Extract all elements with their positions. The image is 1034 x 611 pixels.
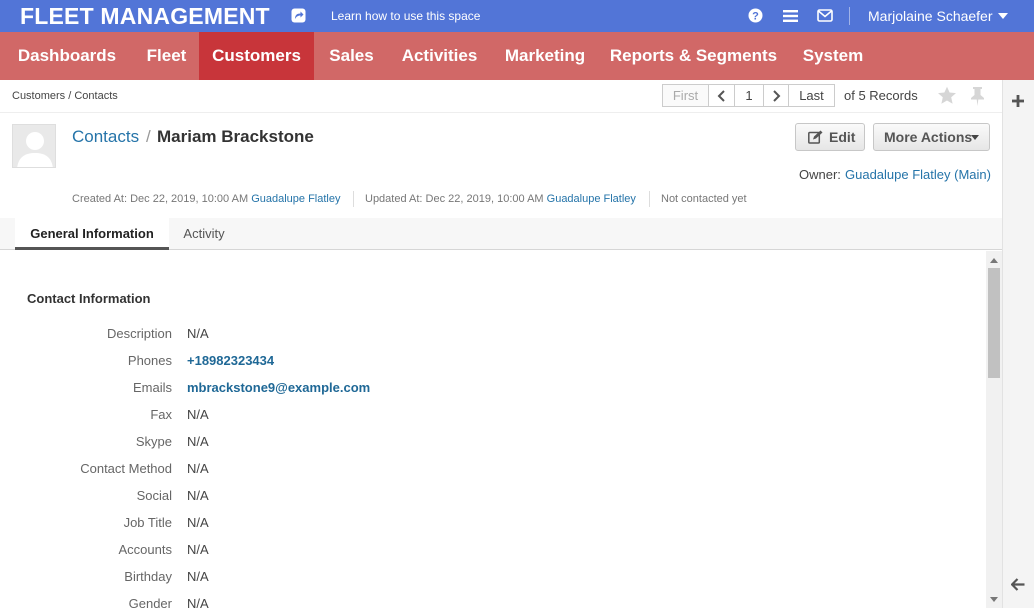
top-header: FLEET MANAGEMENT Learn how to use this s… [0, 0, 1034, 32]
section-title: Contact Information [27, 291, 151, 306]
chevron-down-icon[interactable] [998, 13, 1008, 19]
header-divider [849, 7, 850, 25]
updated-at: Updated At: Dec 22, 2019, 10:00 AM Guada… [365, 193, 636, 205]
owner-label: Owner: [799, 167, 841, 182]
created-at-text: Created At: Dec 22, 2019, 10:00 AM [72, 193, 249, 205]
records-count: of 5 Records [844, 88, 918, 103]
main-nav: Dashboards Fleet Customers Sales Activit… [0, 32, 1034, 80]
updated-at-text: Updated At: Dec 22, 2019, 10:00 AM [365, 193, 544, 205]
nav-item-sales[interactable]: Sales [314, 32, 389, 80]
phone-link[interactable]: +18982323434 [187, 353, 274, 368]
chevron-left-icon [717, 90, 725, 102]
page-title: Mariam Brackstone [157, 127, 314, 146]
divider [0, 112, 1002, 113]
field-label-skype: Skype [135, 434, 172, 449]
field-value-birthday: N/A [187, 569, 209, 584]
scroll-down-icon[interactable] [990, 597, 998, 602]
tab-activity[interactable]: Activity [169, 218, 239, 250]
owner-link[interactable]: Guadalupe Flatley (Main) [845, 167, 991, 182]
caret-down-icon [971, 135, 979, 140]
field-value-accounts: N/A [187, 542, 209, 557]
more-actions-label: More Actions [884, 129, 973, 145]
edit-icon [808, 130, 823, 144]
breadcrumb: Customers / Contacts [12, 90, 118, 102]
field-label-contact-method: Contact Method [80, 461, 172, 476]
pager-next-button[interactable] [763, 84, 789, 107]
pager-first-button[interactable]: First [662, 84, 709, 107]
user-menu[interactable]: Marjolaine Schaefer [868, 8, 993, 24]
field-label-fax: Fax [150, 407, 172, 422]
more-actions-button[interactable]: More Actions [873, 123, 990, 151]
pager-prev-button[interactable] [708, 84, 735, 107]
email-link[interactable]: mbrackstone9@example.com [187, 380, 370, 395]
field-value-social: N/A [187, 488, 209, 503]
scroll-up-icon[interactable] [990, 258, 998, 263]
field-label-phones: Phones [127, 353, 172, 368]
edit-button[interactable]: Edit [795, 123, 865, 151]
avatar-placeholder-icon [17, 132, 53, 167]
learn-link[interactable]: Learn how to use this space [331, 9, 480, 23]
field-value-job-title: N/A [187, 515, 209, 530]
svg-text:?: ? [752, 11, 759, 23]
nav-item-activities[interactable]: Activities [389, 32, 490, 80]
plus-icon[interactable] [1012, 95, 1024, 107]
tab-general-information[interactable]: General Information [15, 218, 169, 250]
edit-button-label: Edit [829, 129, 856, 145]
contact-status: Not contacted yet [661, 193, 747, 205]
nav-item-marketing[interactable]: Marketing [490, 32, 600, 80]
contacts-link[interactable]: Contacts [72, 127, 139, 147]
created-by-link[interactable]: Guadalupe Flatley [251, 193, 340, 205]
field-label-birthday: Birthday [124, 569, 172, 584]
scrollbar-thumb[interactable] [988, 268, 1000, 378]
field-label-job-title: Job Title [123, 515, 172, 530]
mail-icon[interactable] [817, 9, 833, 22]
field-label-accounts: Accounts [118, 542, 172, 557]
created-at: Created At: Dec 22, 2019, 10:00 AM Guada… [72, 193, 340, 205]
field-value-description: N/A [187, 326, 209, 341]
updated-by-link[interactable]: Guadalupe Flatley [547, 193, 636, 205]
menu-icon[interactable] [783, 9, 798, 23]
meta-divider [353, 191, 354, 207]
field-value-fax: N/A [187, 407, 209, 422]
avatar [12, 124, 56, 168]
chevron-right-icon [772, 90, 780, 102]
pager-last-button[interactable]: Last [788, 84, 835, 107]
nav-item-customers[interactable]: Customers [199, 32, 314, 80]
share-icon[interactable] [291, 8, 306, 23]
title-separator: / [146, 127, 151, 146]
field-value-contact-method: N/A [187, 461, 209, 476]
field-value-gender: N/A [187, 596, 209, 611]
pager-page-input[interactable]: 1 [734, 84, 764, 107]
meta-divider [649, 191, 650, 207]
field-label-emails: Emails [132, 380, 172, 395]
field-value-skype: N/A [187, 434, 209, 449]
field-label-social: Social [136, 488, 172, 503]
field-label-gender: Gender [128, 596, 172, 611]
nav-item-reports-segments[interactable]: Reports & Segments [600, 32, 787, 80]
field-label-description: Description [106, 326, 172, 341]
pin-icon[interactable] [969, 86, 986, 106]
help-icon[interactable]: ? [748, 8, 763, 23]
right-sidebar [1002, 80, 1034, 608]
app-logo[interactable]: FLEET MANAGEMENT [20, 3, 270, 30]
star-icon[interactable] [937, 86, 957, 105]
nav-item-system[interactable]: System [787, 32, 879, 80]
nav-item-dashboards[interactable]: Dashboards [0, 32, 134, 80]
arrow-left-icon[interactable] [1011, 578, 1025, 591]
nav-item-fleet[interactable]: Fleet [134, 32, 199, 80]
